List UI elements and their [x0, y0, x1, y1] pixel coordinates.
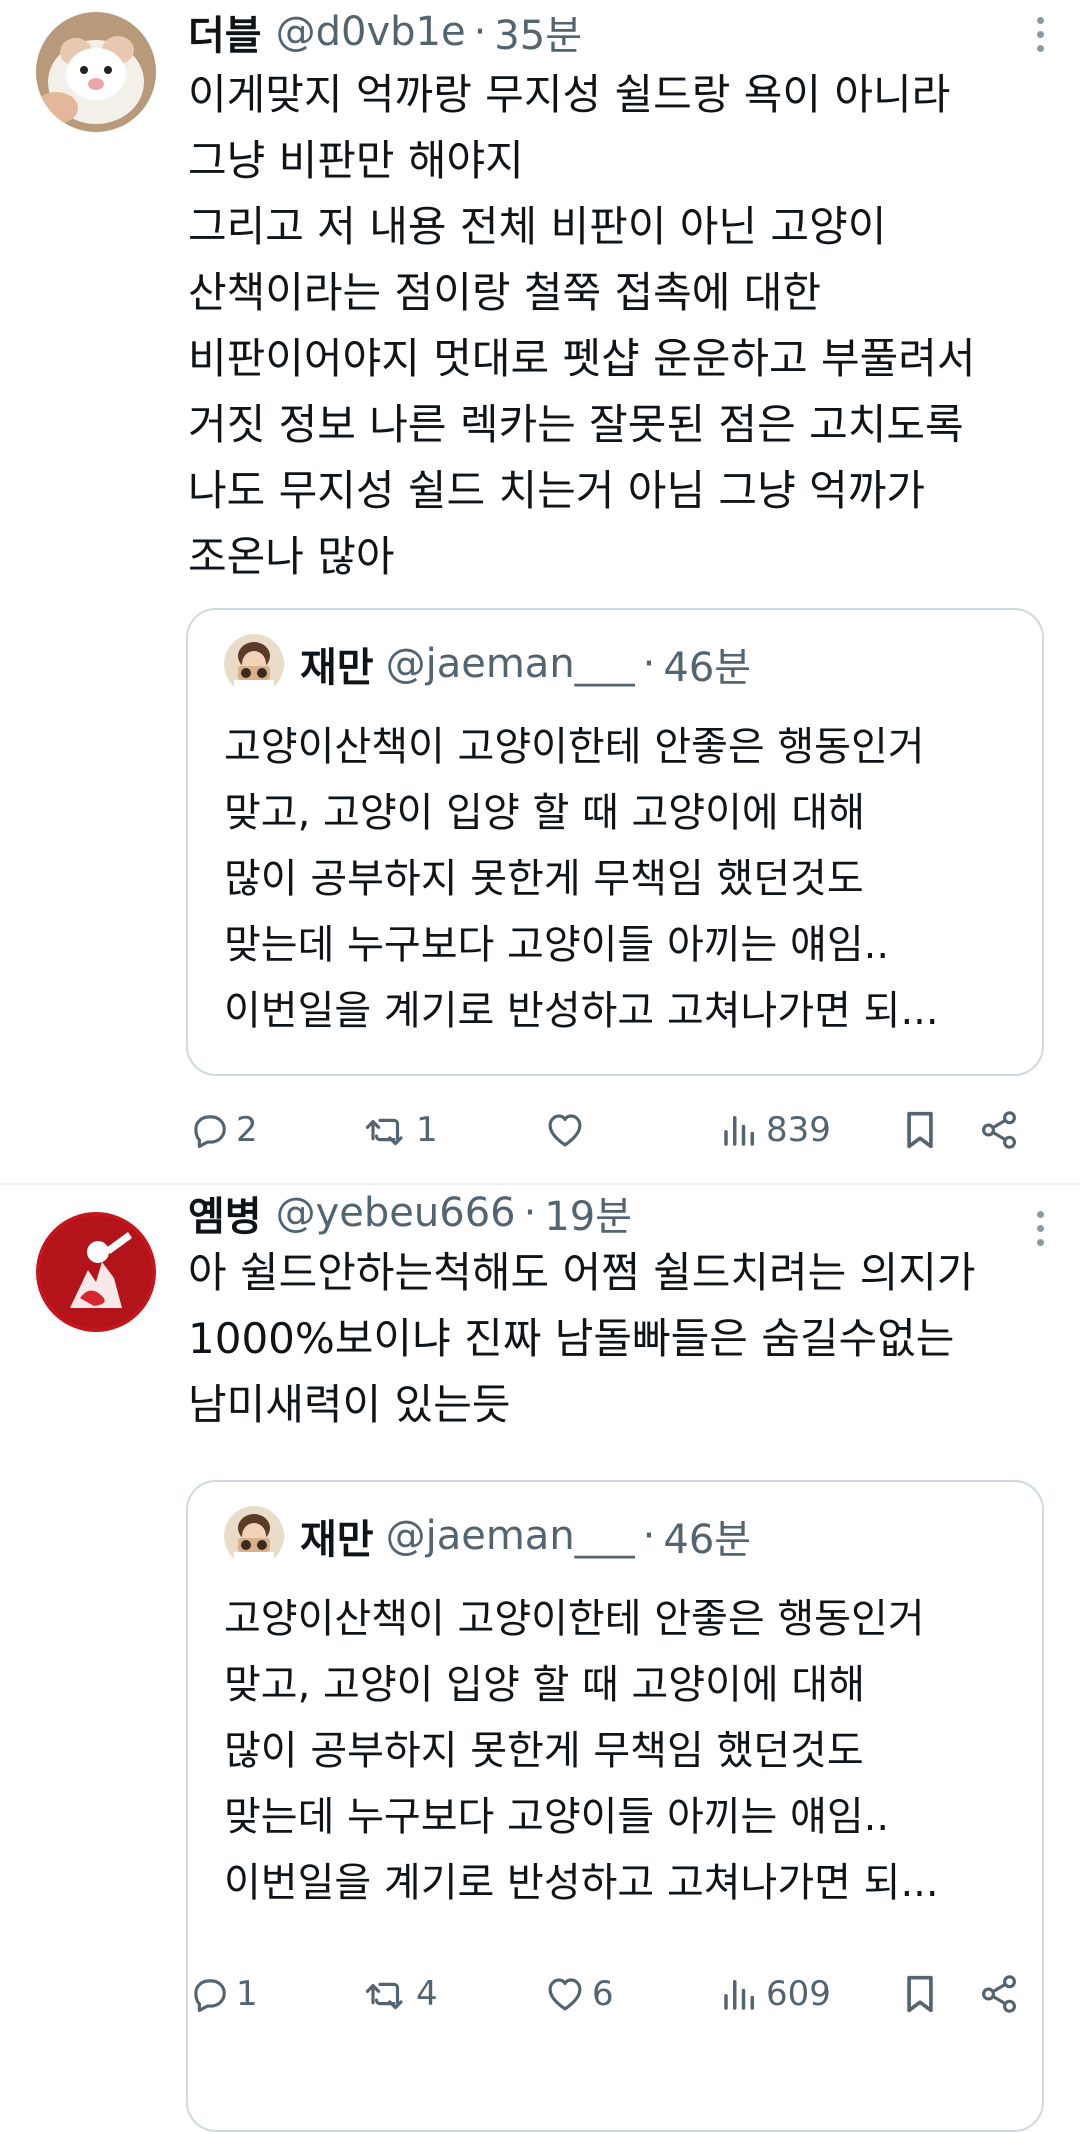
- quoted-user-handle: @jaeman___: [385, 1513, 635, 1559]
- quoted-display-name: 재만: [300, 645, 374, 691]
- heart-icon: [548, 1978, 582, 2011]
- more-vertical-icon[interactable]: [1020, 6, 1060, 62]
- like-count: 6: [592, 1974, 614, 2014]
- person-avatar-image: [224, 634, 284, 694]
- quoted-tweet[interactable]: 재만 @jaeman___ · 46분 고양이산책이 고양이한테 안좋은 행동인…: [186, 608, 1044, 1076]
- separator-dot: ·: [642, 1513, 656, 1559]
- retweet-button[interactable]: 4: [364, 1962, 438, 2026]
- quoted-tweet-header: 재만 @jaeman___ · 46분: [224, 1506, 751, 1566]
- timestamp[interactable]: 19분: [544, 1184, 632, 1242]
- red-illustration-avatar-image: [36, 1212, 156, 1332]
- retweet-count: 1: [416, 1110, 438, 1150]
- quoted-tweet-text: 고양이산책이 고양이한테 안좋은 행동인거 맞고, 고양이 입양 할 때 고양이…: [224, 724, 939, 1034]
- quoted-tweet[interactable]: 재만 @jaeman___ · 46분 고양이산책이 고양이한테 안좋은 행동인…: [186, 1480, 1044, 2132]
- share-button[interactable]: [978, 1962, 1020, 2026]
- hamster-avatar-image: [36, 12, 156, 132]
- timestamp[interactable]: 35분: [494, 3, 582, 61]
- quoted-tweet-text: 고양이산책이 고양이한테 안좋은 행동인거 맞고, 고양이 입양 할 때 고양이…: [224, 1596, 939, 1906]
- reply-count: 1: [236, 1974, 258, 2014]
- bookmark-icon: [907, 1975, 933, 2013]
- retweet-button[interactable]: 1: [364, 1098, 438, 1162]
- user-handle[interactable]: @d0vb1e: [276, 9, 466, 55]
- views-button[interactable]: 609: [720, 1962, 831, 2026]
- avatar[interactable]: [36, 12, 156, 132]
- bookmark-icon: [907, 1111, 933, 1149]
- display-name[interactable]: 옘병: [188, 1184, 262, 1242]
- quoted-timestamp: 46분: [663, 1517, 752, 1563]
- display-name[interactable]: 더블: [188, 3, 262, 61]
- views-bar-icon: [724, 1116, 754, 1146]
- action-bar: 1 4 6 609: [188, 1962, 1052, 2026]
- reply-count: 2: [236, 1110, 258, 1150]
- like-button[interactable]: 6: [544, 1962, 614, 2026]
- heart-icon: [548, 1114, 582, 1147]
- retweet-icon: [365, 1982, 403, 2010]
- reply-button[interactable]: 1: [188, 1962, 258, 2026]
- quoted-display-name: 재만: [300, 1517, 374, 1563]
- bookmark-button[interactable]: [900, 1098, 940, 1162]
- avatar[interactable]: [36, 1212, 156, 1332]
- quoted-user-handle: @jaeman___: [385, 641, 635, 687]
- like-button[interactable]: [544, 1098, 592, 1162]
- user-handle[interactable]: @yebeu666: [276, 1190, 516, 1236]
- tweet-text: 아 쉴드안하는척해도 어쩜 쉴드치려는 의지가 1000%보이냐 진짜 남돌빠들…: [188, 1248, 976, 1429]
- reply-icon: [194, 1115, 226, 1149]
- quoted-avatar: [224, 1506, 284, 1566]
- share-icon: [982, 1975, 1016, 2013]
- tweet-header: 더블 @d0vb1e · 35분: [188, 4, 1000, 60]
- tweet[interactable]: 옘병 @yebeu666 · 19분 아 쉴드안하는척해도 어쩜 쉴드치려는 의…: [0, 1184, 1080, 2132]
- quoted-tweet-header: 재만 @jaeman___ · 46분: [224, 634, 751, 694]
- views-button[interactable]: 839: [720, 1098, 831, 1162]
- tweet[interactable]: 더블 @d0vb1e · 35분 이게맞지 억까랑 무지성 쉴드랑 욕이 아니라…: [0, 0, 1080, 1183]
- share-icon: [982, 1111, 1016, 1149]
- tweet-text: 이게맞지 억까랑 무지성 쉴드랑 욕이 아니라 그냥 비판만 해야지 그리고 저…: [188, 70, 976, 581]
- retweet-icon: [365, 1118, 403, 1146]
- view-count: 609: [766, 1974, 831, 2014]
- quoted-timestamp: 46분: [663, 645, 752, 691]
- view-count: 839: [766, 1110, 831, 1150]
- reply-icon: [194, 1979, 226, 2013]
- separator-dot: ·: [642, 641, 656, 687]
- tweet-header: 옘병 @yebeu666 · 19분: [188, 1185, 1000, 1241]
- views-bar-icon: [724, 1980, 754, 2010]
- action-bar: 2 1 839: [188, 1098, 1052, 1162]
- retweet-count: 4: [416, 1974, 438, 2014]
- share-button[interactable]: [978, 1098, 1020, 1162]
- quoted-avatar: [224, 634, 284, 694]
- reply-button[interactable]: 2: [188, 1098, 258, 1162]
- bookmark-button[interactable]: [900, 1962, 940, 2026]
- person-avatar-image: [224, 1506, 284, 1566]
- separator-dot: ·: [523, 1190, 537, 1236]
- separator-dot: ·: [473, 9, 487, 55]
